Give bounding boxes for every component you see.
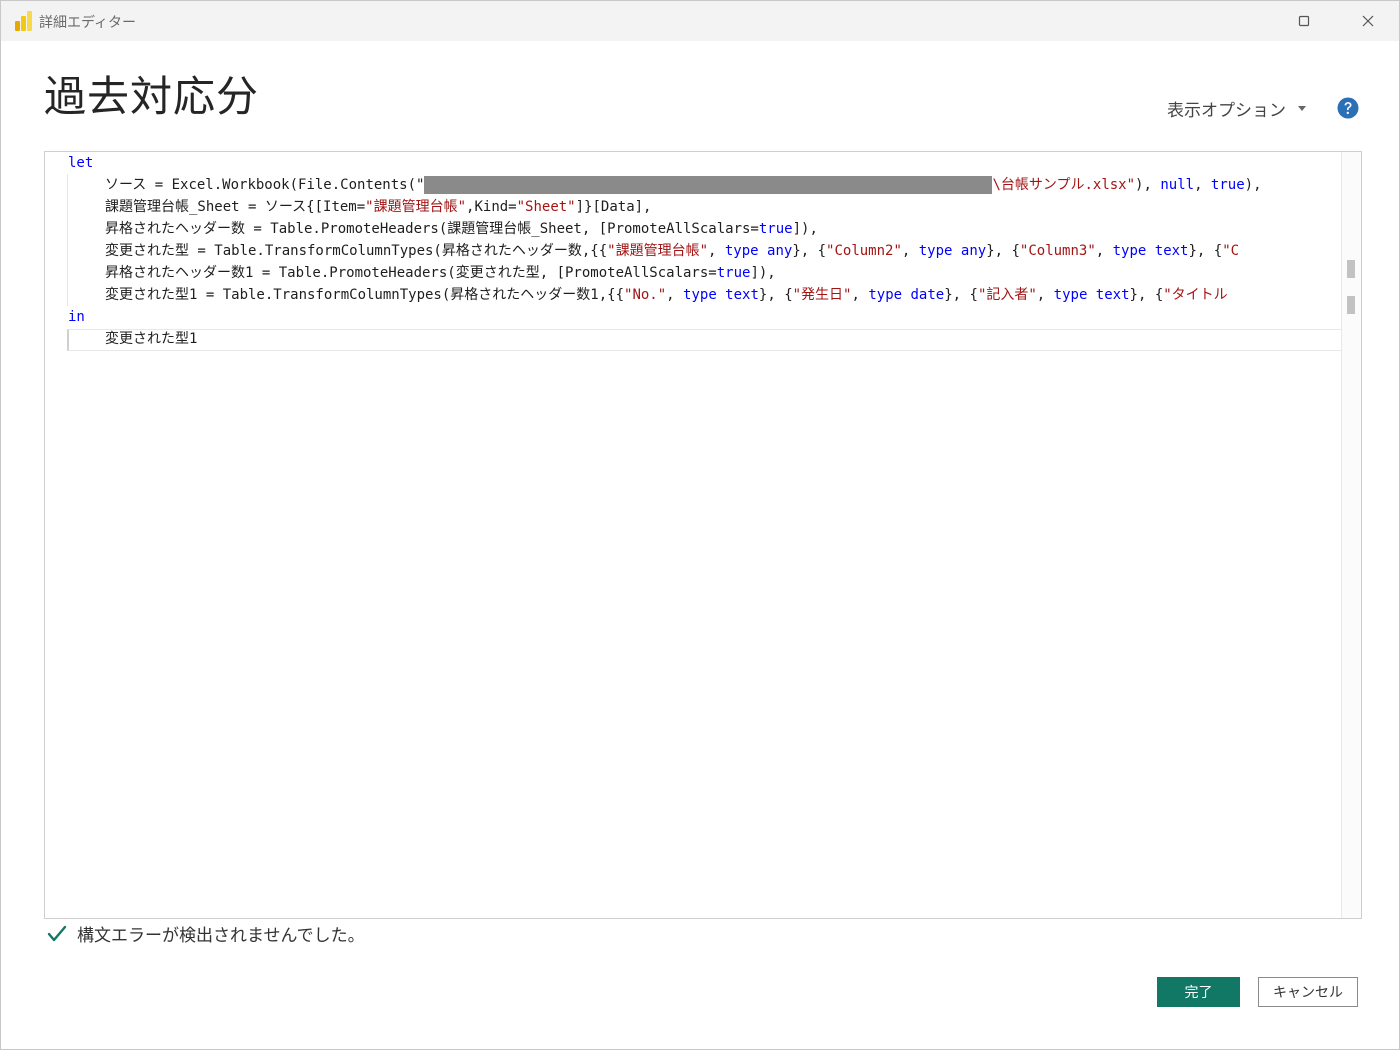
close-button[interactable]	[1345, 1, 1391, 41]
code-token: }, {	[986, 243, 1020, 259]
query-name-heading: 過去対応分	[44, 72, 260, 121]
code-token: ,	[1194, 177, 1211, 193]
code-token: }, {	[792, 243, 827, 259]
code-token: 変更された型 = Table.TransformColumnTypes(昇格され…	[105, 243, 608, 259]
code-token: ),	[1244, 177, 1262, 193]
code-token: ,	[1095, 243, 1113, 259]
chevron-down-icon	[1298, 106, 1306, 111]
code-token: }, {	[944, 287, 978, 303]
string-literal: "タイトル	[1163, 287, 1228, 303]
string-literal: \台帳サンプル.xlsx"	[992, 177, 1136, 193]
code-token: ),	[1135, 177, 1161, 193]
code-token: ,	[666, 287, 684, 303]
keyword-true: true	[1210, 177, 1245, 193]
code-token: 課題管理台帳_Sheet = ソース{[Item=	[105, 199, 366, 215]
code-token: ,	[708, 243, 725, 259]
string-literal: "Column3"	[1019, 243, 1096, 259]
advanced-editor-window: 詳細エディター 過去対応分 表示オプション let ソース = Excel.Wo…	[0, 0, 1400, 1050]
string-literal: "No."	[624, 287, 667, 303]
code-token: }, {	[758, 287, 793, 303]
code-line: 変更された型1 = Table.TransformColumnTypes(昇格さ…	[68, 284, 1361, 306]
string-literal: "Column2"	[826, 243, 902, 259]
keyword-type: type	[1053, 287, 1088, 303]
code-token: }, {	[1129, 287, 1164, 303]
code-token: }, {	[1188, 243, 1223, 259]
code-token: ]),	[750, 265, 776, 281]
keyword-type: type	[724, 243, 759, 259]
string-literal: "課題管理台帳"	[607, 243, 709, 259]
code-line: 課題管理台帳_Sheet = ソース{[Item="課題管理台帳",Kind="…	[68, 196, 1361, 218]
code-token: 変更された型1 = Table.TransformColumnTypes(昇格さ…	[105, 287, 625, 303]
code-line: 変更された型1	[68, 328, 1361, 350]
code-token: ,	[851, 287, 869, 303]
keyword-any: any	[952, 243, 987, 259]
window-title: 詳細エディター	[39, 15, 137, 31]
minimize-button[interactable]	[1213, 1, 1259, 41]
status-message: 構文エラーが検出されませんでした。	[77, 926, 365, 946]
power-bi-icon	[15, 11, 32, 31]
minimize-icon	[1231, 20, 1241, 22]
code-editor[interactable]: let ソース = Excel.Workbook(File.Contents("…	[44, 151, 1362, 919]
code-line: ソース = Excel.Workbook(File.Contents(" \台帳サ…	[68, 174, 1361, 196]
code-line: 変更された型 = Table.TransformColumnTypes(昇格され…	[68, 240, 1361, 262]
scroll-marker	[1347, 296, 1355, 314]
keyword-text: text	[1146, 243, 1189, 259]
keyword-true: true	[716, 265, 751, 281]
code-line: 昇格されたヘッダー数 = Table.PromoteHeaders(課題管理台帳…	[68, 218, 1361, 240]
cancel-button[interactable]: キャンセル	[1258, 977, 1358, 1007]
close-icon	[1362, 15, 1374, 27]
vertical-scrollbar[interactable]	[1341, 152, 1361, 918]
code-token: 変更された型1	[105, 331, 198, 347]
syntax-status: 構文エラーが検出されませんでした。	[47, 921, 365, 946]
code-line: let	[68, 152, 1361, 174]
code-token: ]),	[792, 221, 818, 237]
maximize-icon	[1298, 15, 1310, 27]
code-content[interactable]: let ソース = Excel.Workbook(File.Contents("…	[68, 152, 1361, 350]
code-line: in	[68, 306, 1361, 328]
keyword-text: text	[1087, 287, 1130, 303]
code-token: 昇格されたヘッダー数 = Table.PromoteHeaders(課題管理台帳…	[105, 221, 759, 237]
title-bar: 詳細エディター	[1, 1, 1399, 41]
keyword-any: any	[758, 243, 793, 259]
code-line: 昇格されたヘッダー数1 = Table.PromoteHeaders(変更された…	[68, 262, 1361, 284]
display-options-dropdown[interactable]: 表示オプション	[1167, 96, 1306, 121]
keyword-null: null	[1160, 177, 1195, 193]
keyword-type: type	[683, 287, 717, 303]
redacted-path	[424, 176, 993, 194]
keyword-type: type	[918, 243, 953, 259]
help-icon[interactable]	[1337, 97, 1359, 119]
string-literal: "課題管理台帳"	[365, 199, 467, 215]
done-button[interactable]: 完了	[1157, 977, 1240, 1007]
string-literal: "発生日"	[792, 287, 852, 303]
keyword-let: let	[68, 155, 94, 171]
keyword-text: text	[716, 287, 759, 303]
code-token: 昇格されたヘッダー数1 = Table.PromoteHeaders(変更された…	[105, 265, 717, 281]
keyword-type: type	[1112, 243, 1147, 259]
keyword-in: in	[68, 309, 85, 325]
checkmark-icon	[47, 925, 67, 941]
maximize-button[interactable]	[1281, 1, 1327, 41]
code-token: ,	[901, 243, 919, 259]
string-literal: "C	[1222, 243, 1240, 259]
string-literal: "記入者"	[977, 287, 1037, 303]
code-token: ソース = Excel.Workbook(File.Contents("	[105, 177, 425, 193]
keyword-type: type	[868, 287, 903, 303]
string-literal: "Sheet"	[516, 199, 576, 215]
display-options-label: 表示オプション	[1167, 101, 1286, 121]
code-token: ]}[Data],	[575, 199, 652, 215]
code-token: ,Kind=	[466, 199, 517, 215]
keyword-true: true	[758, 221, 793, 237]
code-token: ,	[1036, 287, 1054, 303]
keyword-date: date	[902, 287, 945, 303]
scroll-marker	[1347, 260, 1355, 278]
